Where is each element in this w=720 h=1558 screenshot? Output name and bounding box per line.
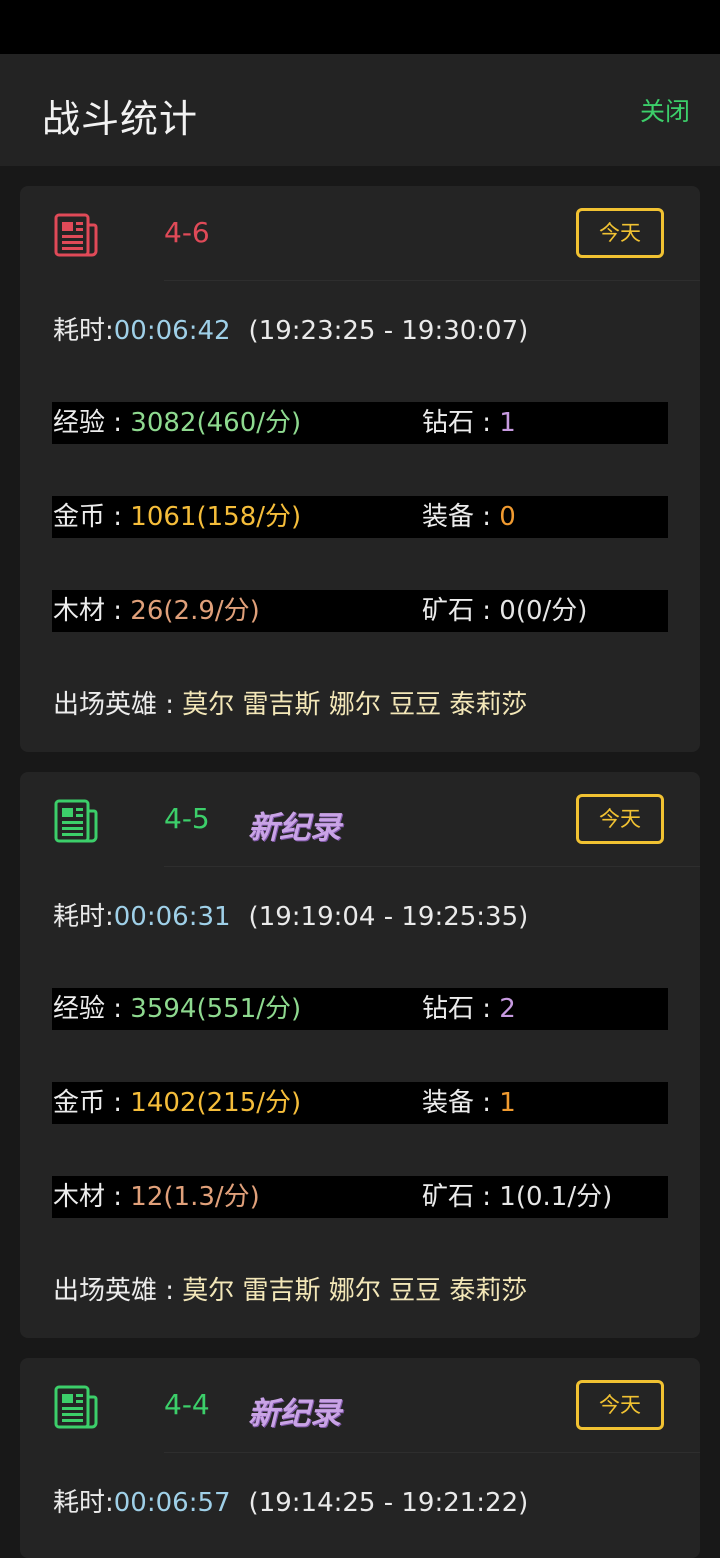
divider <box>164 866 700 867</box>
heroes-label: 出场英雄 : <box>53 690 183 720</box>
exp-stat: 经验 : 3594(551/分) <box>53 988 301 1030</box>
duration-label: 耗时: <box>53 902 114 932</box>
gold-value: 1402(215/分) <box>130 1088 302 1118</box>
gold-stat: 金币 : 1061(158/分) <box>53 496 301 538</box>
duration-value: 00:06:42 <box>113 316 231 346</box>
equip-value: 0 <box>499 502 516 532</box>
stat-row: 经验 : 3594(551/分) 钻石 : 2 <box>52 988 668 1030</box>
diamond-value: 2 <box>499 994 516 1024</box>
diamond-label: 钻石 : <box>422 994 500 1024</box>
gold-label: 金币 : <box>53 1088 131 1118</box>
divider <box>164 280 700 281</box>
diamond-stat: 钻石 : 2 <box>422 988 516 1030</box>
time-range: (19:14:25 - 19:21:22) <box>248 1488 529 1518</box>
divider <box>164 1452 700 1453</box>
duration-row: 耗时:00:06:42 (19:23:25 - 19:30:07) <box>53 310 528 347</box>
heroes-value: 莫尔 雷吉斯 娜尔 豆豆 泰莉莎 <box>182 1276 528 1306</box>
equip-stat: 装备 : 0 <box>422 496 516 538</box>
equip-label: 装备 : <box>422 502 500 532</box>
wood-value: 12(1.3/分) <box>130 1182 260 1212</box>
newspaper-icon <box>54 1385 98 1429</box>
exp-label: 经验 : <box>53 408 131 438</box>
heroes-row: 出场英雄 : 莫尔 雷吉斯 娜尔 豆豆 泰莉莎 <box>53 1270 527 1307</box>
battle-card[interactable]: 4-6 今天 耗时:00:06:42 (19:23:25 - 19:30:07) … <box>20 186 700 752</box>
gold-stat: 金币 : 1402(215/分) <box>53 1082 301 1124</box>
new-record-badge: 新纪录 <box>248 810 341 846</box>
diamond-value: 1 <box>499 408 516 438</box>
ore-value: 0(0/分) <box>499 596 588 626</box>
wood-stat: 木材 : 12(1.3/分) <box>53 1176 260 1218</box>
duration-row: 耗时:00:06:57 (19:14:25 - 19:21:22) <box>53 1482 528 1519</box>
duration-value: 00:06:57 <box>113 1488 231 1518</box>
top-bar: 战斗统计 关闭 <box>0 54 720 166</box>
exp-label: 经验 : <box>53 994 131 1024</box>
heroes-label: 出场英雄 : <box>53 1276 183 1306</box>
day-badge: 今天 <box>576 1380 664 1430</box>
time-range: (19:19:04 - 19:25:35) <box>248 902 529 932</box>
page-title: 战斗统计 <box>42 97 199 141</box>
stat-row: 木材 : 26(2.9/分) 矿石 : 0(0/分) <box>52 590 668 632</box>
duration-row: 耗时:00:06:31 (19:19:04 - 19:25:35) <box>53 896 528 933</box>
level-label: 4-6 <box>164 216 210 249</box>
duration-label: 耗时: <box>53 316 114 346</box>
ore-stat: 矿石 : 0(0/分) <box>422 590 587 632</box>
equip-stat: 装备 : 1 <box>422 1082 516 1124</box>
newspaper-icon <box>54 213 98 257</box>
exp-stat: 经验 : 3082(460/分) <box>53 402 301 444</box>
stat-row: 金币 : 1402(215/分) 装备 : 1 <box>52 1082 668 1124</box>
duration-value: 00:06:31 <box>113 902 231 932</box>
day-badge: 今天 <box>576 794 664 844</box>
status-bar <box>0 0 720 54</box>
time-range: (19:23:25 - 19:30:07) <box>248 316 529 346</box>
ore-stat: 矿石 : 1(0.1/分) <box>422 1176 612 1218</box>
stat-row: 经验 : 3082(460/分) 钻石 : 1 <box>52 402 668 444</box>
wood-stat: 木材 : 26(2.9/分) <box>53 590 260 632</box>
stat-row: 金币 : 1061(158/分) 装备 : 0 <box>52 496 668 538</box>
battle-card[interactable]: 4-5 新纪录 今天 耗时:00:06:31 (19:19:04 - 19:25:… <box>20 772 700 1338</box>
equip-label: 装备 : <box>422 1088 500 1118</box>
heroes-row: 出场英雄 : 莫尔 雷吉斯 娜尔 豆豆 泰莉莎 <box>53 684 527 721</box>
wood-label: 木材 : <box>53 596 131 626</box>
new-record-badge: 新纪录 <box>248 1396 341 1432</box>
stat-row: 木材 : 12(1.3/分) 矿石 : 1(0.1/分) <box>52 1176 668 1218</box>
close-button[interactable]: 关闭 <box>640 92 690 128</box>
gold-value: 1061(158/分) <box>130 502 302 532</box>
day-badge: 今天 <box>576 208 664 258</box>
equip-value: 1 <box>499 1088 516 1118</box>
level-label: 4-5 <box>164 802 210 835</box>
exp-value: 3082(460/分) <box>130 408 302 438</box>
ore-value: 1(0.1/分) <box>499 1182 613 1212</box>
ore-label: 矿石 : <box>422 1182 500 1212</box>
wood-value: 26(2.9/分) <box>130 596 260 626</box>
wood-label: 木材 : <box>53 1182 131 1212</box>
newspaper-icon <box>54 799 98 843</box>
battle-card[interactable]: 4-4 新纪录 今天 耗时:00:06:57 (19:14:25 - 19:21:… <box>20 1358 700 1558</box>
duration-label: 耗时: <box>53 1488 114 1518</box>
exp-value: 3594(551/分) <box>130 994 302 1024</box>
level-label: 4-4 <box>164 1388 210 1421</box>
ore-label: 矿石 : <box>422 596 500 626</box>
diamond-stat: 钻石 : 1 <box>422 402 516 444</box>
gold-label: 金币 : <box>53 502 131 532</box>
diamond-label: 钻石 : <box>422 408 500 438</box>
heroes-value: 莫尔 雷吉斯 娜尔 豆豆 泰莉莎 <box>182 690 528 720</box>
